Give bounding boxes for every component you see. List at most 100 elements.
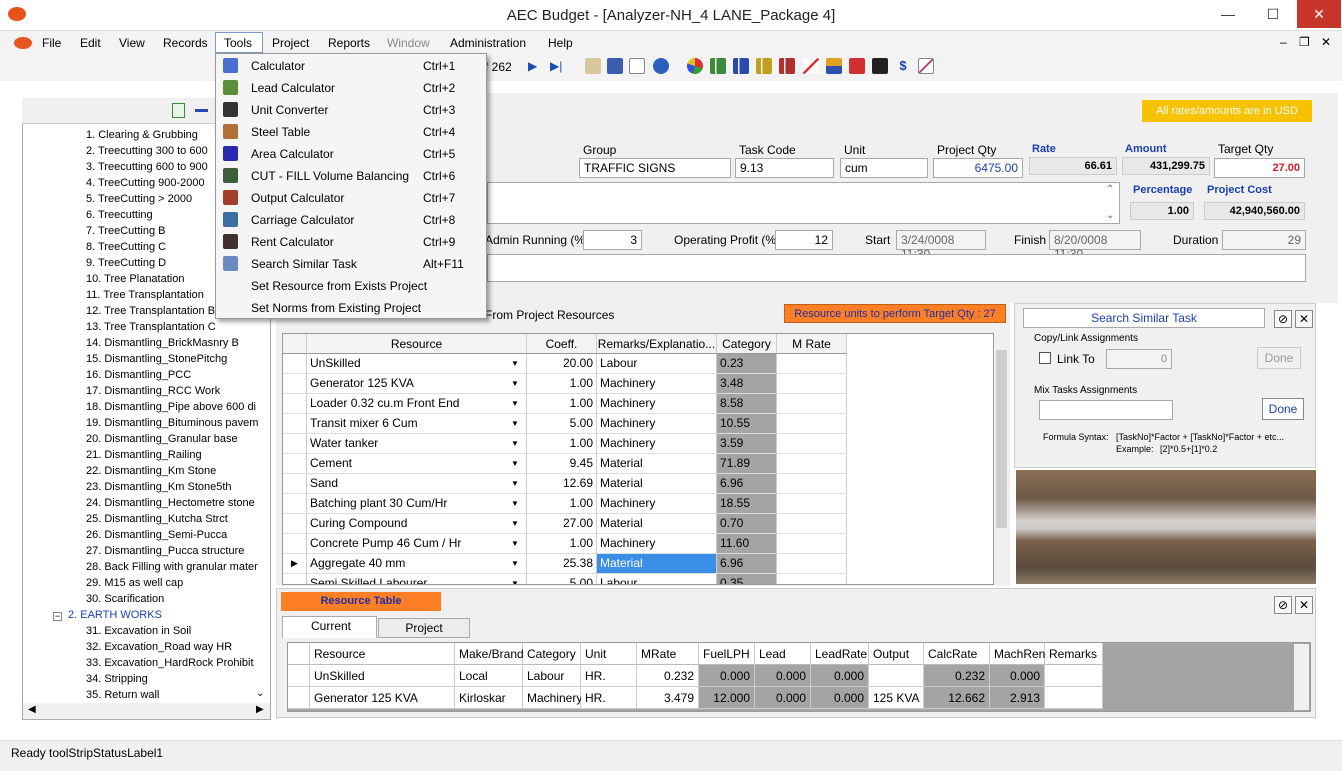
tree-item[interactable]: 19. Dismantling_Bituminous pavem: [86, 417, 258, 429]
table-cell[interactable]: 3.479: [637, 687, 699, 709]
refresh-tree-icon[interactable]: [172, 103, 185, 118]
table-cell[interactable]: 12.662: [924, 687, 990, 709]
tree-item[interactable]: 11. Tree Transplantation: [86, 289, 204, 301]
dollar-icon[interactable]: $: [895, 58, 911, 74]
tree-item[interactable]: 29. M15 as well cap: [86, 577, 183, 589]
tools-menu-item[interactable]: CUT - FILL Volume Balancing Ctrl+6: [216, 165, 486, 187]
category-cell[interactable]: 0.70: [717, 514, 777, 534]
menu-file[interactable]: File: [42, 36, 61, 50]
menu-administration[interactable]: Administration: [450, 36, 526, 50]
menu-help[interactable]: Help: [548, 36, 573, 50]
tree-horizontal-scrollbar[interactable]: [23, 703, 270, 719]
table-cell[interactable]: HR.: [581, 665, 637, 687]
remarks-cell[interactable]: Material: [597, 454, 717, 474]
table-cell[interactable]: Labour: [523, 665, 581, 687]
line-chart-icon[interactable]: [803, 58, 819, 74]
tree-item[interactable]: 25. Dismantling_Kutcha Strct: [86, 513, 228, 525]
tools-menu-item[interactable]: Steel Table Ctrl+4: [216, 121, 486, 143]
bar-chart-blue-icon[interactable]: [733, 58, 749, 74]
col-category[interactable]: Category: [717, 334, 777, 354]
tools-menu-item[interactable]: Output Calculator Ctrl+7: [216, 187, 486, 209]
coeff-cell[interactable]: 25.38: [527, 554, 597, 574]
table-cell[interactable]: Machinery: [523, 687, 582, 709]
mrate-cell[interactable]: [777, 474, 847, 494]
area-chart-icon[interactable]: [826, 58, 842, 74]
scroll-left-icon[interactable]: ◀: [28, 704, 36, 715]
table-cell[interactable]: [869, 665, 924, 687]
coeff-cell[interactable]: 5.00: [527, 574, 597, 584]
mrate-cell[interactable]: [777, 554, 847, 574]
task-code-field[interactable]: 9.13: [735, 158, 834, 178]
row-selector[interactable]: [283, 454, 307, 474]
maximize-button[interactable]: ☐: [1251, 0, 1295, 28]
table-cell[interactable]: [1045, 665, 1103, 687]
tree-item[interactable]: 26. Dismantling_Semi-Pucca: [86, 529, 227, 541]
next-record-icon[interactable]: ▶: [528, 59, 537, 73]
tab-project[interactable]: Project: [378, 618, 470, 638]
close-panel-icon[interactable]: ✕: [1295, 310, 1313, 328]
category-cell[interactable]: 10.55: [717, 414, 777, 434]
open-icon[interactable]: [585, 58, 601, 74]
resource-cell[interactable]: Transit mixer 6 Cum: [307, 414, 527, 434]
table-cell[interactable]: HR.: [581, 687, 637, 709]
row-selector[interactable]: [283, 394, 307, 414]
row-selector[interactable]: [283, 414, 307, 434]
col-mrate[interactable]: MRate: [637, 643, 699, 665]
tree-item[interactable]: 12. Tree Transplantation B: [86, 305, 215, 317]
tools-menu-item[interactable]: Rent Calculator Ctrl+9: [216, 231, 486, 253]
col-makebrand[interactable]: Make/Brand: [455, 643, 524, 665]
coeff-cell[interactable]: 1.00: [527, 374, 597, 394]
mrate-cell[interactable]: [777, 374, 847, 394]
tree-item[interactable]: 5. TreeCutting > 2000: [86, 193, 192, 205]
tree-expander-icon[interactable]: −: [53, 612, 62, 621]
description-scroll-icon[interactable]: ⌃: [1106, 184, 1114, 195]
table-cell[interactable]: Local: [455, 665, 523, 687]
tree-item[interactable]: 7. TreeCutting B: [86, 225, 166, 237]
dropdown-arrow-icon[interactable]: ▼: [511, 399, 519, 408]
resource-cell[interactable]: Cement: [307, 454, 527, 474]
analysis-chart-icon[interactable]: [918, 58, 934, 74]
row-selector[interactable]: [283, 534, 307, 554]
bar-chart-yellow-icon[interactable]: [756, 58, 772, 74]
mix-tasks-field[interactable]: [1039, 400, 1173, 420]
col-coeff[interactable]: Coeff.: [527, 334, 597, 354]
resource-table-scrollbar[interactable]: [1294, 644, 1309, 710]
col-leadrate[interactable]: LeadRate: [811, 643, 869, 665]
duration-field[interactable]: 29: [1222, 230, 1306, 250]
row-selector[interactable]: [283, 514, 307, 534]
dropdown-arrow-icon[interactable]: ▼: [511, 379, 519, 388]
bottom-pin-icon[interactable]: ⊘: [1274, 596, 1292, 614]
admin-running-field[interactable]: 3: [583, 230, 642, 250]
description-textarea[interactable]: [487, 182, 1120, 224]
search-similar-task-button[interactable]: Search Similar Task: [1023, 308, 1265, 328]
resource-cell[interactable]: Concrete Pump 46 Cum / Hr: [307, 534, 527, 554]
table-cell[interactable]: 12.000: [699, 687, 755, 709]
menu-project[interactable]: Project: [272, 36, 309, 50]
col-machrent[interactable]: MachRent: [990, 643, 1049, 665]
remarks-cell[interactable]: Material: [597, 554, 717, 574]
dropdown-arrow-icon[interactable]: ▼: [511, 579, 519, 584]
row-selector[interactable]: [288, 687, 310, 709]
row-selector[interactable]: [283, 374, 307, 394]
col-remarks[interactable]: Remarks: [1045, 643, 1103, 665]
tree-scroll-down-icon[interactable]: ⌄: [256, 688, 264, 699]
mrate-cell[interactable]: [777, 514, 847, 534]
remarks-cell[interactable]: Machinery: [597, 414, 717, 434]
finish-date-field[interactable]: 8/20/0008 11:30: [1049, 230, 1141, 261]
coeff-cell[interactable]: 5.00: [527, 414, 597, 434]
dropdown-arrow-icon[interactable]: ▼: [511, 459, 519, 468]
mdi-minimize-button[interactable]: –: [1280, 35, 1287, 49]
category-cell[interactable]: 8.58: [717, 394, 777, 414]
col-resource[interactable]: Resource: [307, 334, 527, 354]
tree-item[interactable]: 6. Treecutting: [86, 209, 153, 221]
tree-item[interactable]: 35. Return wall: [86, 689, 159, 701]
category-cell[interactable]: 3.48: [717, 374, 777, 394]
tools-menu-item[interactable]: Carriage Calculator Ctrl+8: [216, 209, 486, 231]
menu-tools[interactable]: Tools: [224, 36, 252, 50]
dropdown-arrow-icon[interactable]: ▼: [511, 359, 519, 368]
category-cell[interactable]: 18.55: [717, 494, 777, 514]
table-cell[interactable]: 0.000: [699, 665, 755, 687]
close-button[interactable]: ✕: [1297, 0, 1341, 28]
category-cell[interactable]: 6.96: [717, 474, 777, 494]
table-cell[interactable]: Kirloskar: [455, 687, 523, 709]
